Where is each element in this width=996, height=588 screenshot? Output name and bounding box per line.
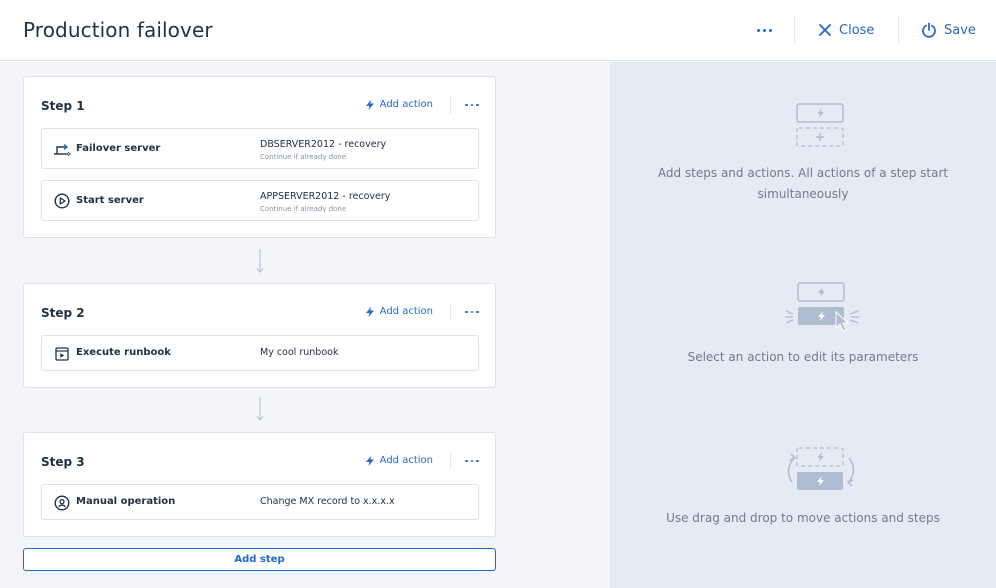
step-divider (450, 96, 451, 114)
step-title: Step 1 (41, 99, 85, 113)
step-card[interactable]: Step 2 Add action Execute runbook My coo… (23, 283, 496, 388)
bolt-icon (365, 306, 374, 317)
step-more-button[interactable] (463, 98, 481, 112)
add-action-button[interactable]: Add action (365, 455, 433, 466)
arrow-down-icon (256, 397, 264, 421)
action-name: Manual operation (76, 496, 176, 507)
power-icon (922, 22, 936, 38)
page-title: Production failover (23, 18, 213, 42)
step-card[interactable]: Step 3 Add action Manual operation Chang… (23, 432, 496, 537)
add-action-label: Add action (379, 99, 433, 110)
action-name: Execute runbook (76, 347, 171, 358)
arrow-down-icon (256, 249, 264, 273)
add-action-button[interactable]: Add action (365, 99, 433, 110)
action-value: Change MX record to x.x.x.x (260, 496, 395, 507)
add-action-button[interactable]: Add action (365, 306, 433, 317)
action-name: Failover server (76, 143, 161, 154)
manual-operation-icon (53, 495, 71, 511)
add-action-label: Add action (379, 306, 433, 317)
step-more-button[interactable] (463, 454, 481, 468)
action-subtext: Continue if already done (260, 205, 347, 213)
action-item[interactable]: Execute runbook My cool runbook (41, 335, 479, 371)
add-action-label: Add action (379, 455, 433, 466)
action-value: DBSERVER2012 - recovery (260, 139, 387, 150)
save-button[interactable]: Save (921, 19, 976, 41)
more-dots-icon (756, 28, 772, 32)
action-item[interactable]: Start server APPSERVER2012 - recovery Co… (41, 180, 479, 221)
header-divider (898, 16, 899, 44)
more-dots-icon (465, 459, 479, 463)
drag-drop-illustration-icon (787, 447, 855, 490)
bolt-icon (365, 99, 374, 110)
play-circle-icon (53, 193, 71, 209)
step-title: Step 2 (41, 306, 85, 320)
close-button[interactable]: Close (818, 19, 874, 41)
step-card[interactable]: Step 1 Add action Failover server DBSERV… (23, 76, 496, 238)
action-item[interactable]: Manual operation Change MX record to x.x… (41, 484, 479, 520)
runbook-icon (53, 346, 71, 362)
step-divider (450, 452, 451, 470)
add-step-button[interactable]: Add step (23, 548, 496, 571)
action-subtext: Continue if already done (260, 153, 347, 161)
hint-text: Use drag and drop to move actions and st… (666, 511, 940, 525)
action-item[interactable]: Failover server DBSERVER2012 - recovery … (41, 128, 479, 169)
failover-icon (53, 141, 71, 157)
action-value: My cool runbook (260, 347, 339, 358)
more-dots-icon (465, 310, 479, 314)
step-divider (450, 303, 451, 321)
select-action-illustration-icon (785, 282, 859, 332)
save-label: Save (944, 22, 976, 38)
close-icon (819, 24, 831, 36)
add-steps-illustration-icon (796, 103, 844, 147)
step-more-button[interactable] (463, 305, 481, 319)
action-name: Start server (76, 195, 144, 206)
action-value: APPSERVER2012 - recovery (260, 191, 391, 202)
bolt-icon (365, 455, 374, 466)
header-divider (794, 16, 795, 44)
hint-text: Select an action to edit its parameters (687, 350, 919, 364)
more-dots-icon (465, 103, 479, 107)
step-title: Step 3 (41, 455, 85, 469)
close-label: Close (839, 22, 875, 38)
more-options-button[interactable] (752, 20, 776, 40)
header: Production failover Close Save (0, 0, 996, 61)
hint-text: Add steps and actions. All actions of a … (657, 166, 949, 201)
